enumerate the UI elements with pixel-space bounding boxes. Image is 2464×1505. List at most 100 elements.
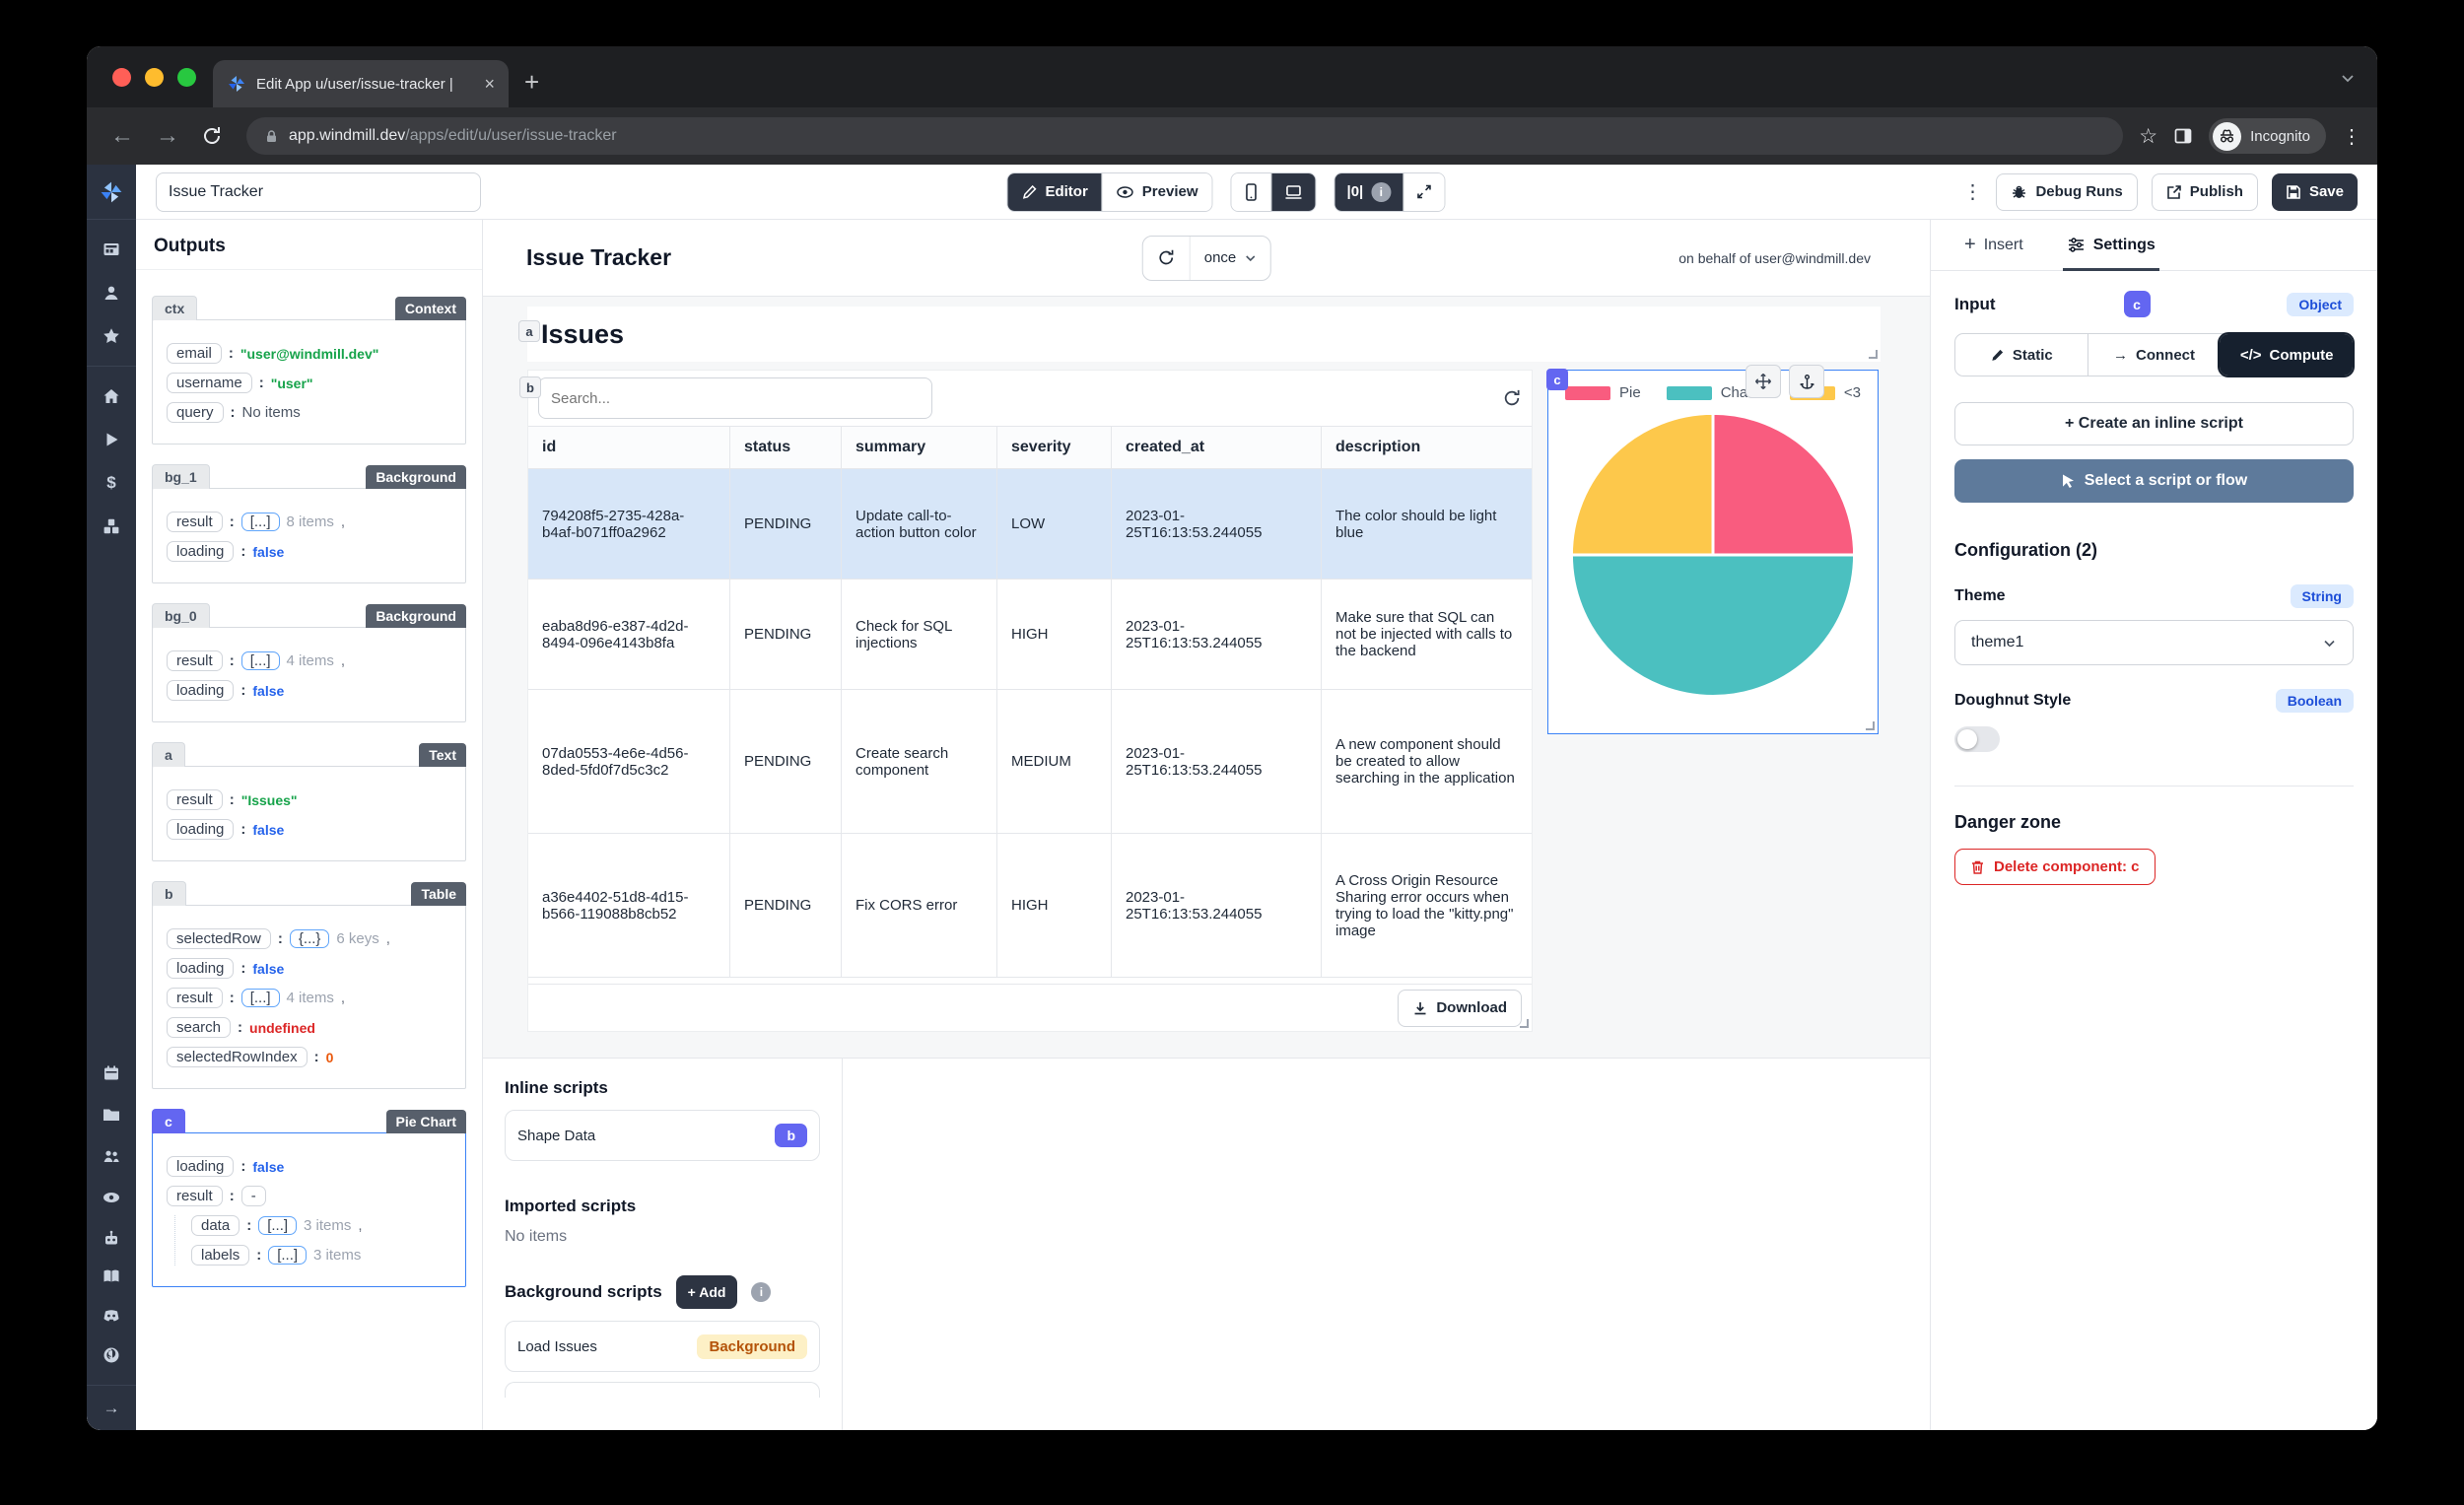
- tab-search-chevron-icon[interactable]: [2340, 70, 2356, 86]
- component-chip-a[interactable]: a: [518, 320, 540, 342]
- more-menu-icon[interactable]: ⋮: [1962, 179, 1982, 204]
- resize-handle[interactable]: [1869, 350, 1878, 359]
- tab-insert[interactable]: + Insert: [1964, 220, 2023, 270]
- windmill-logo[interactable]: [87, 165, 136, 220]
- compute-mode-button[interactable]: </> Compute: [2220, 334, 2353, 376]
- table-refresh-icon[interactable]: [1502, 388, 1522, 408]
- script-component-badge: b: [775, 1124, 807, 1147]
- hide-outputs-button[interactable]: |0| i: [1335, 173, 1403, 211]
- table-row[interactable]: a36e4402-51d8-4d15-b566-119088b8cb52 PEN…: [528, 834, 1532, 978]
- inline-script-item[interactable]: Shape Data b: [505, 1110, 820, 1161]
- runs-icon[interactable]: [102, 430, 121, 449]
- static-mode-button[interactable]: Static: [1955, 334, 2088, 376]
- plus-icon: +: [1964, 234, 1976, 256]
- create-inline-script-button[interactable]: + Create an inline script: [1954, 402, 2354, 445]
- tab-settings[interactable]: Settings: [2067, 220, 2156, 270]
- app-canvas: Issue Tracker once on behalf of: [483, 220, 1930, 1430]
- input-section-label: Input: [1954, 295, 1996, 314]
- tab-close-icon[interactable]: ×: [484, 74, 495, 95]
- forward-button[interactable]: →: [148, 122, 187, 150]
- component-a-text[interactable]: a Issues: [527, 307, 1881, 362]
- groups-icon[interactable]: [102, 1146, 121, 1166]
- audit-icon[interactable]: [102, 1188, 121, 1207]
- outputs-panel: Outputs ctx Context email:"user@windmill…: [136, 220, 483, 1430]
- delete-component-button[interactable]: Delete component: c: [1954, 849, 2156, 885]
- editor-tab[interactable]: Editor: [1007, 173, 1101, 211]
- debug-runs-button[interactable]: Debug Runs: [1996, 173, 2137, 211]
- component-c-piechart[interactable]: c Pie Charts <3: [1547, 370, 1879, 734]
- output-tab-bg0[interactable]: bg_0: [152, 603, 210, 628]
- add-background-script-button[interactable]: + Add: [676, 1275, 738, 1309]
- browser-menu-icon[interactable]: ⋮: [2342, 124, 2361, 149]
- schedule-dropdown[interactable]: once: [1191, 237, 1270, 280]
- back-button[interactable]: ←: [103, 122, 142, 150]
- docs-icon[interactable]: [102, 1266, 121, 1286]
- doughnut-toggle[interactable]: [1954, 726, 2000, 752]
- theme-type-badge: String: [2291, 584, 2354, 608]
- output-type-badge: Text: [419, 743, 466, 767]
- configuration-title: Configuration (2): [1954, 540, 2354, 561]
- app-name-input[interactable]: [156, 172, 481, 212]
- variables-icon[interactable]: $: [106, 473, 115, 493]
- move-handle[interactable]: [1745, 365, 1781, 398]
- bookmark-star-icon[interactable]: ☆: [2139, 124, 2157, 149]
- app-title: Issue Tracker: [526, 244, 671, 271]
- table-row[interactable]: eaba8d96-e387-4d2d-8494-096e4143b8fa PEN…: [528, 580, 1532, 690]
- background-scripts-title: Background scripts: [505, 1282, 662, 1302]
- output-tab-ctx[interactable]: ctx: [152, 296, 197, 320]
- arrow-right-icon: →: [2113, 347, 2128, 364]
- component-b-table: b id status summary: [527, 370, 1533, 1032]
- minimize-window-button[interactable]: [145, 68, 164, 87]
- background-script-item[interactable]: Load Issues Background: [505, 1321, 820, 1372]
- table-row[interactable]: 794208f5-2735-428a-b4af-b071ff0a2962 PEN…: [528, 469, 1532, 580]
- workers-icon[interactable]: [102, 1229, 121, 1249]
- output-tab-a[interactable]: a: [152, 742, 185, 767]
- close-window-button[interactable]: [112, 68, 131, 87]
- browser-tab[interactable]: Edit App u/user/issue-tracker | ×: [213, 60, 509, 107]
- pie-chart[interactable]: [1567, 409, 1859, 701]
- mobile-view-button[interactable]: [1232, 173, 1271, 211]
- resize-handle[interactable]: [1520, 1019, 1529, 1028]
- apps-icon[interactable]: [102, 239, 121, 259]
- code-icon: </>: [2240, 347, 2262, 364]
- output-tab-bg1[interactable]: bg_1: [152, 464, 210, 489]
- theme-select[interactable]: theme1: [1954, 620, 2354, 665]
- url-bar[interactable]: app.windmill.dev/apps/edit/u/user/issue-…: [246, 117, 2123, 155]
- move-icon: [1754, 373, 1772, 390]
- eye-icon: [1117, 185, 1134, 199]
- component-chip-b[interactable]: b: [519, 376, 541, 398]
- table-row[interactable]: 07da0553-4e6e-4d56-8ded-5fd0f7d5c3c2 PEN…: [528, 690, 1532, 834]
- output-tab-b[interactable]: b: [152, 881, 186, 906]
- home-icon[interactable]: [102, 386, 121, 406]
- output-tab-c[interactable]: c: [152, 1109, 185, 1133]
- anchor-handle[interactable]: [1789, 365, 1824, 398]
- save-button[interactable]: Save: [2272, 173, 2358, 211]
- star-icon[interactable]: [102, 326, 121, 346]
- reload-button[interactable]: [193, 125, 231, 147]
- select-script-button[interactable]: Select a script or flow: [1954, 459, 2354, 503]
- side-panel-icon[interactable]: [2173, 126, 2193, 146]
- resize-handle[interactable]: [1866, 721, 1875, 730]
- fullscreen-button[interactable]: [1403, 173, 1444, 211]
- zoom-window-button[interactable]: [177, 68, 196, 87]
- github-icon[interactable]: [102, 1345, 121, 1365]
- url-text: app.windmill.dev/apps/edit/u/user/issue-…: [289, 127, 617, 145]
- schedules-icon[interactable]: [102, 1063, 121, 1083]
- desktop-view-button[interactable]: [1271, 173, 1316, 211]
- publish-button[interactable]: Publish: [2152, 173, 2258, 211]
- collapse-rail[interactable]: →: [87, 1385, 136, 1430]
- component-chip-c[interactable]: c: [1546, 369, 1568, 390]
- refresh-button[interactable]: [1143, 237, 1191, 280]
- user-icon[interactable]: [102, 283, 121, 303]
- connect-mode-button[interactable]: → Connect: [2088, 334, 2221, 376]
- new-tab-button[interactable]: +: [524, 67, 539, 98]
- folders-icon[interactable]: [102, 1105, 121, 1125]
- output-type-badge: Pie Chart: [386, 1110, 466, 1133]
- table-search-input[interactable]: [538, 377, 932, 419]
- resources-icon[interactable]: [102, 516, 121, 536]
- discord-icon[interactable]: [102, 1306, 121, 1326]
- preview-tab[interactable]: Preview: [1102, 173, 1212, 211]
- background-script-item-partial[interactable]: [505, 1382, 820, 1398]
- download-button[interactable]: Download: [1398, 990, 1522, 1027]
- info-icon: i: [751, 1282, 771, 1302]
